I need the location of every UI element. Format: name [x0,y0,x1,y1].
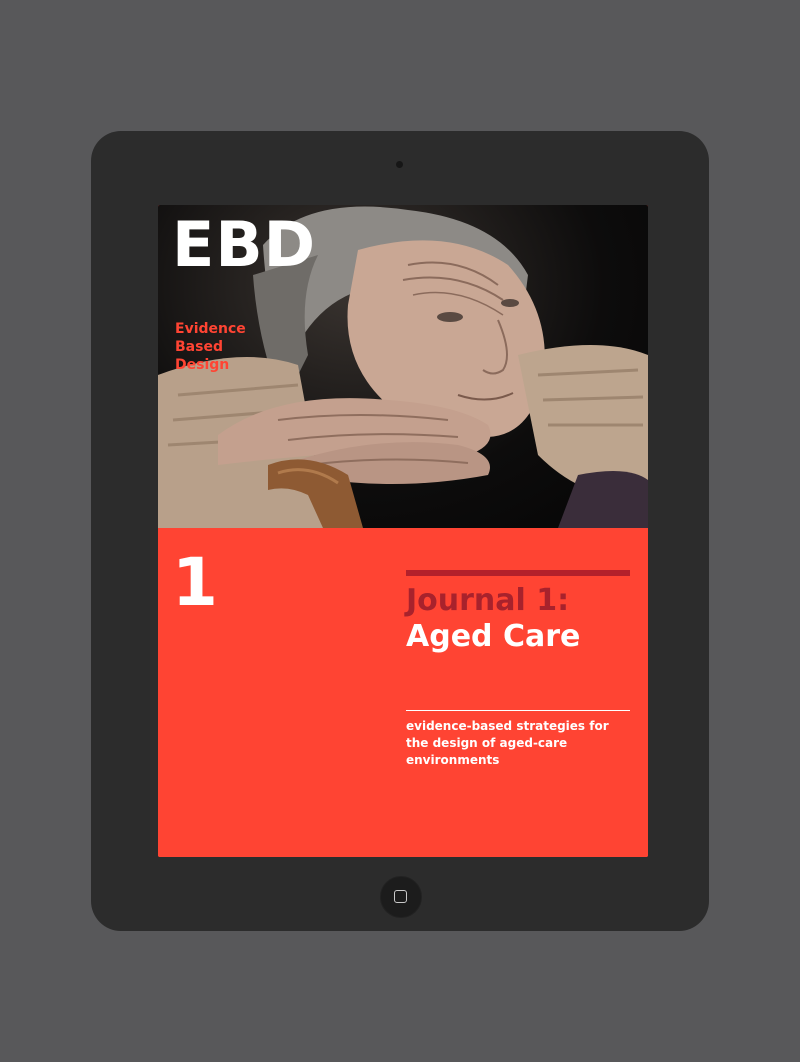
description-rule [406,710,630,711]
tablet-device: EBD Evidence Based Design 1 Journal 1: A… [91,131,709,931]
home-square-icon [394,890,407,903]
cover-title-band: 1 Journal 1: Aged Care evidence-based st… [158,528,648,857]
tagline-line: Based [175,339,223,355]
issue-number: 1 [172,544,218,621]
subject-title: Aged Care [406,619,581,654]
cover-photo: EBD Evidence Based Design [158,205,648,528]
tagline: Evidence Based Design [175,320,246,374]
screen: EBD Evidence Based Design 1 Journal 1: A… [158,205,648,857]
tagline-line: Design [175,357,230,373]
camera-icon [396,161,403,168]
tagline-line: Evidence [175,321,246,337]
brand-logo: EBD [172,208,317,281]
description-text: evidence-based strategies for the design… [406,719,609,767]
home-button[interactable] [380,876,422,918]
journal-title: Journal 1: [406,583,570,618]
title-rule [406,570,630,576]
